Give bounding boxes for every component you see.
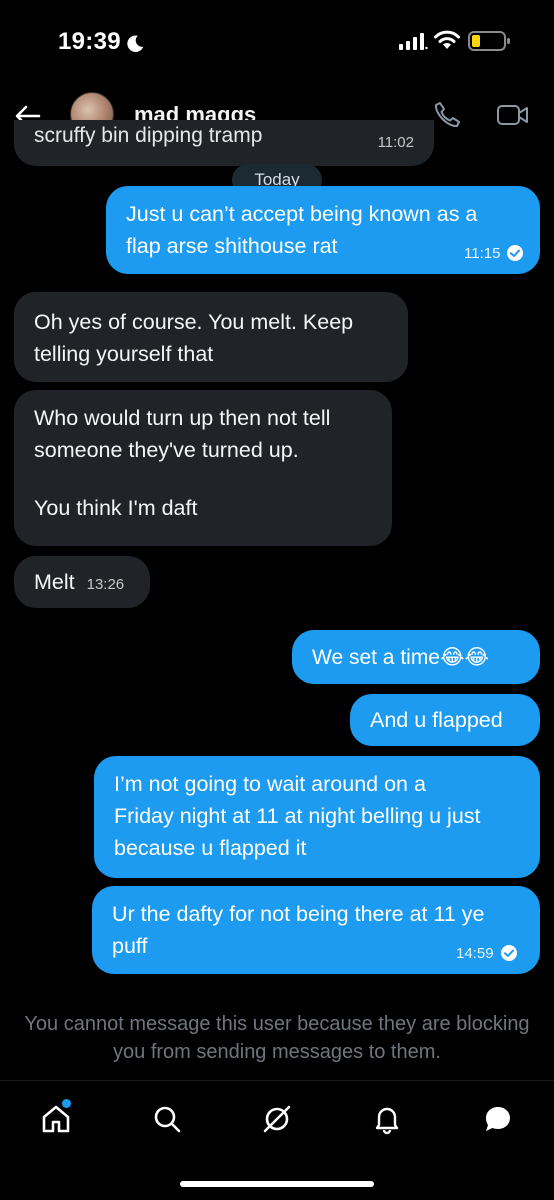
messages-icon[interactable]	[482, 1103, 514, 1135]
message-bubble-received-cutoff: scruffy bin dipping tramp 11:02	[14, 120, 434, 166]
message-line: Oh yes of course. You melt. Keep	[34, 310, 354, 334]
message-line: Just u can’t accept being known as a	[126, 202, 478, 226]
notification-dot	[62, 1099, 71, 1108]
message-text: scruffy bin dipping tramp	[34, 124, 263, 147]
message-bubble-sent[interactable]: And u flapped	[350, 694, 540, 746]
message-line: because u flapped it	[114, 836, 307, 860]
phone-call-icon[interactable]	[432, 100, 462, 130]
message-time: 11:15	[464, 244, 501, 262]
message-bubble-received[interactable]: Melt 13:26	[14, 556, 150, 608]
message-line: And u flapped	[370, 708, 503, 732]
moon-icon	[127, 35, 144, 52]
wifi-icon	[434, 30, 460, 49]
message-line: flap arse shithouse rat	[126, 234, 338, 258]
battery-icon	[468, 31, 510, 51]
message-bubble-sent[interactable]: I’m not going to wait around on a Friday…	[94, 756, 540, 878]
message-time: 14:59	[456, 944, 494, 962]
home-indicator	[180, 1181, 374, 1187]
message-line: Ur the dafty for not being there at 11 y…	[112, 902, 485, 926]
message-bubble-sent[interactable]: We set a time😂😂	[292, 630, 540, 684]
search-icon[interactable]	[151, 1103, 183, 1135]
message-line: We set a time😂😂	[312, 646, 490, 669]
message-line: Who would turn up then not tell	[34, 406, 331, 430]
bell-icon[interactable]	[371, 1103, 403, 1135]
message-line: Melt	[34, 570, 75, 594]
read-check-icon	[500, 945, 517, 961]
grok-icon[interactable]	[261, 1103, 293, 1135]
message-meta: 11:15	[464, 244, 524, 262]
message-time: 13:26	[86, 576, 125, 593]
status-bar: 19:39	[0, 0, 554, 80]
message-line: telling yourself that	[34, 342, 214, 366]
message-line: Friday night at 11 at night belling u ju…	[114, 804, 481, 828]
message-bubble-received[interactable]: Oh yes of course. You melt. Keep telling…	[14, 292, 408, 382]
message-line: someone they've turned up.	[34, 438, 299, 462]
message-line: You think I'm daft	[34, 496, 198, 520]
blocked-notice: You cannot message this user because the…	[24, 1013, 530, 1063]
message-line: I’m not going to wait around on a	[114, 772, 426, 796]
video-call-icon[interactable]	[496, 102, 530, 128]
message-time: 11:02	[377, 134, 414, 151]
message-meta: 14:59	[456, 944, 518, 962]
cellular-signal-icon	[399, 33, 428, 50]
message-line	[34, 466, 372, 492]
status-time: 19:39	[58, 28, 121, 55]
message-bubble-received[interactable]: Who would turn up then not tell someone …	[14, 390, 392, 546]
read-check-icon	[507, 245, 524, 261]
bottom-nav	[0, 1080, 554, 1200]
